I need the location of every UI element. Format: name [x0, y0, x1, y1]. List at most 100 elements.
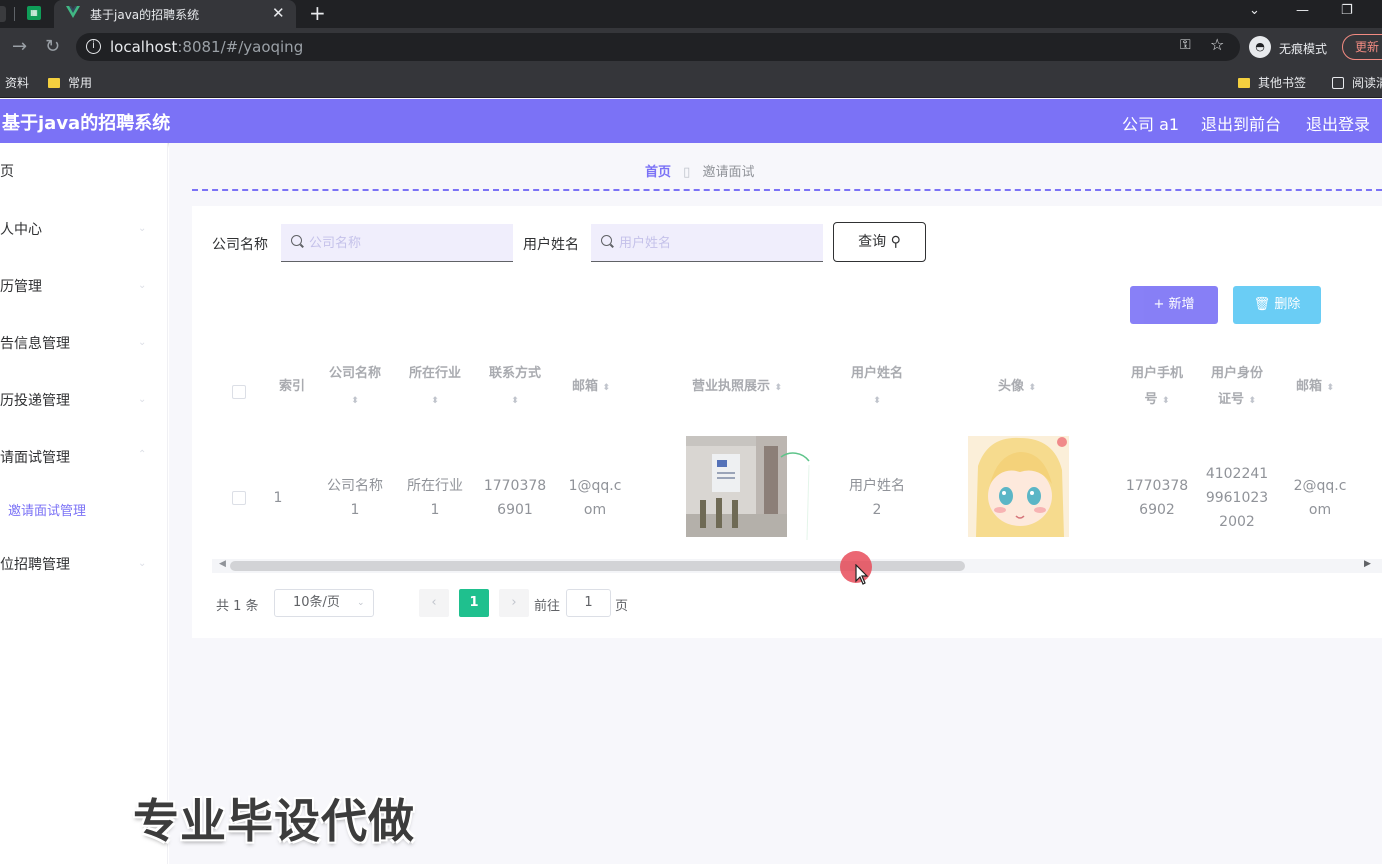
app-title: 基于java的招聘系统	[2, 113, 171, 134]
cell-contact: 1770378 6901	[483, 478, 547, 518]
incognito-icon[interactable]: ◓	[1249, 36, 1271, 58]
anime-avatar-picture	[968, 436, 1069, 537]
add-button[interactable]: + 新增	[1130, 286, 1218, 324]
sidebar-item-profile[interactable]: 人中心	[0, 219, 42, 239]
sidebar-item-resume[interactable]: 历管理	[0, 276, 42, 296]
sidebar-item-job-recruit[interactable]: 位招聘管理	[0, 554, 70, 574]
bookmark-star-icon[interactable]: ☆	[1210, 35, 1224, 54]
page-size-select[interactable]: 10条/页 ⌄	[274, 589, 374, 617]
horizontal-scrollbar[interactable]: ◀ ▶	[212, 559, 1382, 573]
pagination-total: 共 1 条	[216, 599, 259, 614]
restore-icon[interactable]: ❐	[1341, 3, 1353, 18]
close-tab-icon[interactable]: ✕	[272, 4, 285, 22]
divider	[192, 189, 1382, 191]
url-text[interactable]: localhost:8081/#/yaoqing	[110, 38, 303, 56]
company-search-input[interactable]	[309, 232, 499, 254]
sidebar-item-interview[interactable]: 请面试管理	[0, 447, 70, 467]
list-panel: 公司名称 用户姓名 查询 ⚲ + 新增 🗑 删除 索引 公司名称⬍ 所在行业⬍ …	[192, 206, 1382, 638]
search-icon: ⚲	[890, 234, 901, 250]
user-search-input[interactable]	[619, 232, 809, 254]
column-header-idcard[interactable]: 用户身份 证号 ⬍	[1202, 361, 1272, 414]
reading-list[interactable]: 阅读清	[1332, 74, 1382, 91]
cell-phone: 1770378 6902	[1125, 478, 1189, 518]
sidebar-item-home[interactable]: 页	[0, 161, 14, 181]
bookmarks-bar: 资料 常用 其他书签 阅读清	[0, 66, 1382, 98]
scroll-left-icon[interactable]: ◀	[219, 559, 226, 569]
avatar-image[interactable]	[968, 436, 1069, 537]
column-header-avatar[interactable]: 头像 ⬍	[952, 374, 1082, 401]
sort-icon[interactable]: ⬍	[351, 396, 359, 406]
tab-search-icon[interactable]: ⌄	[1249, 3, 1260, 18]
cell-industry: 所在行业 1	[407, 478, 463, 518]
cell-idcard: 4102241 9961023 2002	[1205, 466, 1269, 530]
column-header-company[interactable]: 公司名称 ⬍	[320, 361, 390, 414]
cell-index: 1	[273, 490, 283, 506]
column-header-user-email[interactable]: 邮箱 ⬍	[1280, 374, 1350, 401]
chevron-down-icon: ⌄	[138, 280, 147, 291]
prev-page-button[interactable]: ‹	[419, 589, 449, 617]
select-all-checkbox[interactable]	[232, 385, 246, 399]
forward-icon[interactable]: →	[12, 36, 27, 57]
delete-button[interactable]: 🗑 删除	[1233, 286, 1321, 324]
scroll-right-icon[interactable]: ▶	[1364, 559, 1371, 569]
user-search-field[interactable]	[591, 224, 823, 262]
reload-icon[interactable]: ↻	[45, 36, 60, 57]
data-table: 索引 公司名称 ⬍ 所在行业 ⬍ 联系方式 ⬍ 邮箱 ⬍ 营业执照展示 ⬍ 用户姓名 ⬍…	[212, 339, 1382, 551]
address-bar[interactable]: i localhost:8081/#/yaoqing ⚿ ☆	[76, 33, 1240, 61]
active-tab[interactable]: 基于java的招聘系统 ✕	[54, 0, 296, 28]
minimize-icon[interactable]: —	[1296, 3, 1309, 18]
new-tab-icon[interactable]: +	[309, 1, 326, 25]
folder-icon	[48, 78, 60, 88]
sidebar-item-announcement[interactable]: 告信息管理	[0, 333, 70, 353]
sheets-tab-icon[interactable]: ▦	[27, 6, 41, 20]
update-button[interactable]: 更新	[1342, 34, 1382, 60]
sort-icon[interactable]: ⬍	[873, 396, 881, 406]
query-button[interactable]: 查询 ⚲	[833, 222, 926, 262]
sort-icon[interactable]: ⬍	[1327, 383, 1335, 393]
bookmark-folder[interactable]: 常用	[48, 74, 92, 91]
page-unit-label: 页	[615, 599, 629, 614]
exit-to-front-link[interactable]: 退出到前台	[1201, 111, 1281, 135]
breadcrumb-home[interactable]: 首页	[645, 165, 671, 180]
tab-edge[interactable]	[0, 6, 6, 22]
goto-label: 前往	[534, 599, 561, 614]
sort-icon[interactable]: ⬍	[431, 396, 439, 406]
column-header-contact[interactable]: 联系方式 ⬍	[480, 361, 550, 414]
search-icon	[291, 235, 302, 246]
cell-username: 用户姓名 2	[849, 478, 905, 518]
sort-icon[interactable]: ⬍	[511, 396, 519, 406]
loading-spinner-icon	[780, 452, 810, 541]
column-header-email[interactable]: 邮箱 ⬍	[560, 374, 622, 401]
sort-icon[interactable]: ⬍	[1029, 383, 1037, 393]
chevron-down-icon: ⌄	[138, 558, 147, 569]
sort-icon[interactable]: ⬍	[1162, 396, 1170, 406]
column-header-phone[interactable]: 用户手机号 ⬍	[1122, 361, 1192, 414]
folder-icon	[1238, 78, 1250, 88]
column-header-username[interactable]: 用户姓名 ⬍	[832, 361, 922, 414]
cell-company: 公司名称 1	[327, 478, 383, 518]
reading-list-icon	[1332, 77, 1344, 89]
bookmark-item[interactable]: 资料	[5, 74, 29, 91]
goto-page-input[interactable]: 1	[566, 589, 611, 617]
other-bookmarks-folder[interactable]: 其他书签	[1238, 74, 1306, 91]
company-search-field[interactable]	[281, 224, 513, 262]
logout-link[interactable]: 退出登录	[1306, 111, 1370, 135]
sidebar-item-resume-delivery[interactable]: 历投递管理	[0, 390, 70, 410]
tab-separator	[14, 7, 15, 21]
search-icon	[601, 235, 612, 246]
plus-icon: +	[1153, 297, 1169, 312]
breadcrumb-separator-icon: ▯	[683, 165, 691, 180]
column-header-license[interactable]: 营业执照展示 ⬍	[652, 374, 822, 401]
license-image[interactable]	[686, 436, 787, 537]
sort-icon[interactable]: ⬍	[1249, 396, 1257, 406]
next-page-button[interactable]: ›	[499, 589, 529, 617]
sidebar-subitem-invite-interview[interactable]: 邀请面试管理	[8, 500, 86, 519]
page-number-button[interactable]: 1	[459, 589, 489, 617]
column-header-industry[interactable]: 所在行业 ⬍	[400, 361, 470, 414]
sort-icon[interactable]: ⬍	[775, 383, 783, 393]
column-header-index[interactable]: 索引	[272, 374, 312, 400]
password-key-icon[interactable]: ⚿	[1180, 37, 1191, 53]
row-checkbox[interactable]	[232, 491, 246, 505]
info-icon[interactable]: i	[86, 39, 101, 54]
sort-icon[interactable]: ⬍	[603, 383, 611, 393]
